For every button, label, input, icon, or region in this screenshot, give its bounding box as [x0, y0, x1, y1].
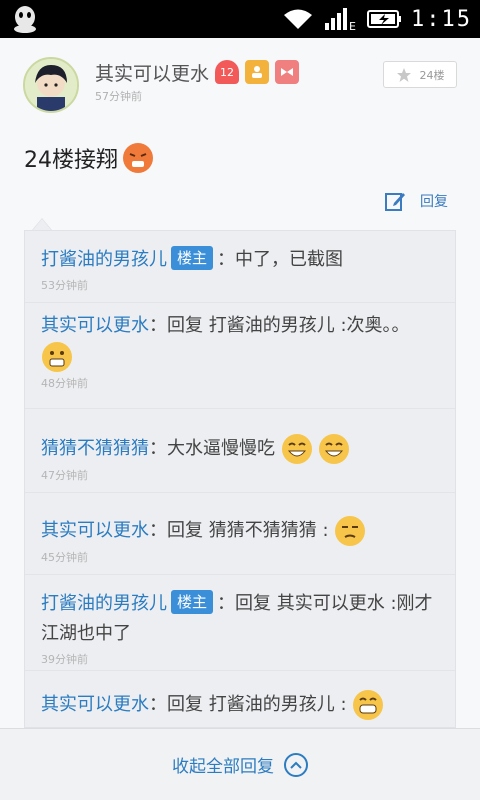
grin-face-icon [353, 690, 384, 720]
comment-user[interactable]: 其实可以更水 [41, 520, 149, 541]
chevron-up-icon [284, 752, 308, 777]
avatar[interactable] [23, 57, 79, 113]
post-time: 57分钟前 [95, 90, 142, 103]
comment-item[interactable]: 猜猜不猜猜猜：大水逼慢慢吃 47分钟前 [25, 409, 455, 493]
battery-icon [367, 10, 402, 28]
post-card: 其实可以更水 12 57分钟前 24楼 24楼接翔 回复 打酱油的男孩儿 楼主 … [0, 38, 480, 728]
comment-text: ：回复 打酱油的男孩儿 : [149, 694, 347, 715]
comment-time: 45分钟前 [41, 551, 88, 564]
comment-user[interactable]: 其实可以更水 [41, 694, 149, 715]
wifi-icon [284, 9, 313, 29]
star-icon [396, 67, 411, 82]
status-bar: E 1:15 [0, 0, 480, 38]
network-type: E [349, 20, 356, 32]
floor-badge: 24楼 [383, 61, 457, 88]
author-row: 其实可以更水 12 [95, 58, 300, 86]
edit-icon [385, 193, 405, 211]
clock: 1:15 [411, 6, 472, 32]
floor-number: 24楼 [419, 68, 445, 82]
level-value: 12 [220, 65, 235, 79]
level-badge: 12 [215, 60, 240, 84]
post-content: 24楼接翔 [24, 142, 154, 174]
comment-time: 48分钟前 [41, 377, 88, 390]
comment-user[interactable]: 猜猜不猜猜猜 [41, 438, 149, 459]
comment-item[interactable]: 其实可以更水：回复 猜猜不猜猜猜 : 45分钟前 [25, 493, 455, 575]
reply-button[interactable]: 回复 [384, 190, 448, 212]
comment-text: ：中了，已截图 [217, 249, 344, 270]
reply-label: 回复 [420, 194, 448, 210]
comment-time: 39分钟前 [41, 653, 88, 666]
author-name[interactable]: 其实可以更水 [95, 59, 209, 86]
comment-item[interactable]: 其实可以更水：回复 打酱油的男孩儿 :次奥。。 48分钟前 [25, 303, 455, 409]
comments-panel: 打酱油的男孩儿 楼主 ：中了，已截图 53分钟前 其实可以更水：回复 打酱油的男孩儿… [24, 230, 456, 728]
post-text: 24楼接翔 [24, 148, 118, 173]
avatar-image [25, 59, 77, 111]
collapse-replies-button[interactable]: 收起全部回复 [0, 728, 480, 800]
member-icon [245, 60, 270, 84]
comment-text: ：大水逼慢慢吃 [149, 438, 275, 459]
op-badge: 楼主 [171, 246, 214, 270]
collapse-label: 收起全部回复 [172, 757, 274, 777]
comment-item[interactable]: 打酱油的男孩儿 楼主 ：回复 其实可以更水 :刚才江湖也中了 39分钟前 [25, 575, 455, 671]
comment-item[interactable]: 其实可以更水：回复 打酱油的男孩儿 : [25, 671, 455, 727]
comment-text: ：回复 打酱油的男孩儿 :次奥。。 [149, 315, 410, 336]
comment-time: 53分钟前 [41, 279, 88, 292]
comment-user[interactable]: 打酱油的男孩儿 [41, 249, 167, 270]
comment-text: ：回复 猜猜不猜猜猜 : [149, 520, 329, 541]
comments-pointer [32, 218, 52, 230]
annoyed-face-icon [335, 516, 366, 546]
angry-face-icon [123, 143, 153, 173]
bow-icon [275, 60, 300, 84]
op-badge: 楼主 [171, 590, 214, 614]
laughing-face-icon [319, 434, 350, 464]
comment-time: 47分钟前 [41, 469, 88, 482]
comment-user[interactable]: 打酱油的男孩儿 [41, 593, 167, 614]
comment-user[interactable]: 其实可以更水 [41, 315, 149, 336]
comment-item[interactable]: 打酱油的男孩儿 楼主 ：中了，已截图 53分钟前 [25, 231, 455, 303]
laughing-face-icon [281, 434, 312, 464]
signal-icon: E [325, 8, 356, 32]
qq-icon [14, 6, 36, 33]
grimace-face-icon [42, 342, 72, 372]
